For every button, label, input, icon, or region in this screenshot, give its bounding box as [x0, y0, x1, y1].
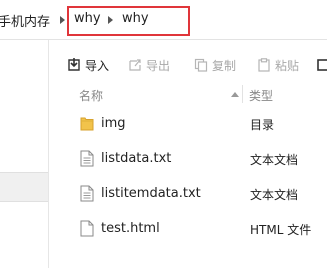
import-icon — [67, 58, 81, 72]
column-divider[interactable] — [242, 85, 243, 103]
import-label: 导入 — [85, 58, 110, 73]
export-button[interactable]: 导出 — [128, 56, 170, 74]
text-file-icon — [80, 150, 94, 167]
file-type: HTML 文件 — [250, 223, 312, 237]
copy-icon — [194, 58, 208, 72]
sidebar-item-selected[interactable] — [0, 172, 48, 202]
copy-label: 复制 — [212, 58, 237, 73]
export-label: 导出 — [146, 58, 171, 73]
text-file-icon — [80, 185, 94, 202]
html-file-icon — [80, 220, 94, 237]
file-name: test.html — [101, 221, 160, 236]
sort-asc-icon — [231, 92, 239, 97]
file-name: listdata.txt — [101, 151, 172, 166]
file-type: 目录 — [250, 118, 275, 132]
toolbar: 导入 导出 复制 粘贴 — [49, 40, 327, 85]
export-icon — [128, 58, 142, 72]
list-item[interactable]: listitemdata.txt 文本文档 — [49, 176, 327, 211]
more-button[interactable] — [317, 56, 327, 74]
column-header-type[interactable]: 类型 — [249, 87, 273, 104]
file-type: 文本文档 — [250, 153, 299, 167]
paste-icon — [257, 58, 271, 72]
import-button[interactable]: 导入 — [67, 56, 109, 74]
sidebar — [0, 40, 49, 268]
list-item[interactable]: listdata.txt 文本文档 — [49, 141, 327, 176]
file-type: 文本文档 — [250, 188, 299, 202]
chevron-right-icon — [60, 16, 65, 24]
list-item[interactable]: img 目录 — [49, 106, 327, 141]
list-item[interactable]: test.html HTML 文件 — [49, 211, 327, 246]
file-name: listitemdata.txt — [101, 186, 201, 201]
copy-button[interactable]: 复制 — [194, 56, 236, 74]
folder-icon — [80, 115, 94, 132]
column-header-name[interactable]: 名称 — [79, 87, 103, 104]
file-name: img — [101, 116, 126, 131]
paste-label: 粘贴 — [275, 58, 300, 73]
breadcrumb-item-phone-storage[interactable]: 手机内存 — [0, 11, 50, 30]
highlight-box — [67, 6, 190, 36]
breadcrumb: 手机内存 why why — [0, 0, 327, 40]
list-header: 名称 类型 — [49, 85, 327, 103]
paste-button[interactable]: 粘贴 — [257, 56, 299, 74]
window-icon — [317, 58, 327, 72]
